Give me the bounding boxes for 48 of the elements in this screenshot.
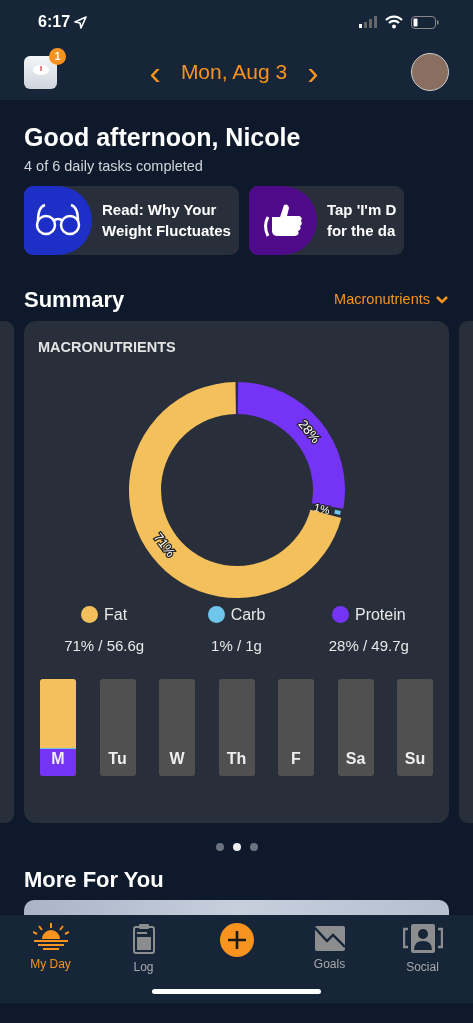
day-bar[interactable]: Sa: [337, 679, 374, 777]
day-bar[interactable]: Th: [218, 679, 255, 777]
sun-icon: [32, 922, 69, 951]
battery-icon: [411, 15, 439, 29]
status-time: 6:17: [38, 12, 71, 32]
scale-app-icon[interactable]: [24, 55, 57, 89]
task-card[interactable]: Read: Why Your Weight Fluctuates: [24, 185, 239, 255]
profile-avatar[interactable]: [411, 53, 449, 91]
legend-label: Carb: [230, 604, 266, 625]
legend-label: Protein: [354, 604, 406, 625]
location-arrow-icon: [74, 15, 88, 29]
legend-value: 71% / 56.6g: [63, 635, 146, 656]
day-bar[interactable]: M: [40, 679, 76, 777]
greeting-title: Good afternoon, Nicole: [24, 122, 302, 152]
signal-icon: [359, 16, 377, 28]
slice-label: 1%: [312, 500, 331, 516]
chevron-down-icon: [435, 294, 449, 306]
clipboard-icon: [131, 922, 156, 954]
day-bar[interactable]: Su: [397, 679, 433, 777]
previous-day-button[interactable]: ‹: [147, 55, 163, 89]
day-bar[interactable]: Tu: [99, 679, 136, 777]
legend-value: 1% / 1g: [210, 635, 263, 656]
task-card[interactable]: Tap 'I'm D for the da: [248, 185, 405, 255]
task-progress-text: 4 of 6 daily tasks completed: [24, 157, 204, 176]
tab-bar-item[interactable]: Log: [108, 922, 179, 976]
page-dot[interactable]: [249, 843, 258, 852]
dial-icon: [32, 63, 50, 76]
section-title: More For You: [23, 866, 165, 895]
section-title: Summary: [24, 286, 125, 314]
next-day-button[interactable]: ›: [305, 55, 321, 89]
tab-bar-item[interactable]: Goals: [294, 922, 365, 973]
day-bar[interactable]: F: [278, 679, 314, 777]
task-title: Tap 'I'm D for the da: [325, 199, 398, 242]
page-dot[interactable]: [215, 843, 224, 852]
legend-value: 28% / 49.7g: [327, 635, 410, 656]
notification-badge: 1: [49, 47, 66, 65]
tab-bar-item[interactable]: Social: [387, 922, 458, 976]
date-label: Mon, Aug 3: [180, 59, 288, 86]
macronutrients-dropdown[interactable]: Macronutrients: [334, 289, 449, 311]
people-icon: [402, 922, 443, 954]
page-dot[interactable]: [232, 843, 241, 852]
add-icon: [219, 922, 254, 957]
legend-label: Fat: [104, 604, 128, 625]
task-title: Read: Why Your Weight Fluctuates: [101, 199, 232, 242]
tab-bar-item[interactable]: My Day: [15, 922, 86, 973]
card-title: MACRONUTRIENTS: [38, 339, 177, 357]
day-bar[interactable]: W: [159, 679, 195, 777]
wifi-icon: [385, 15, 403, 29]
